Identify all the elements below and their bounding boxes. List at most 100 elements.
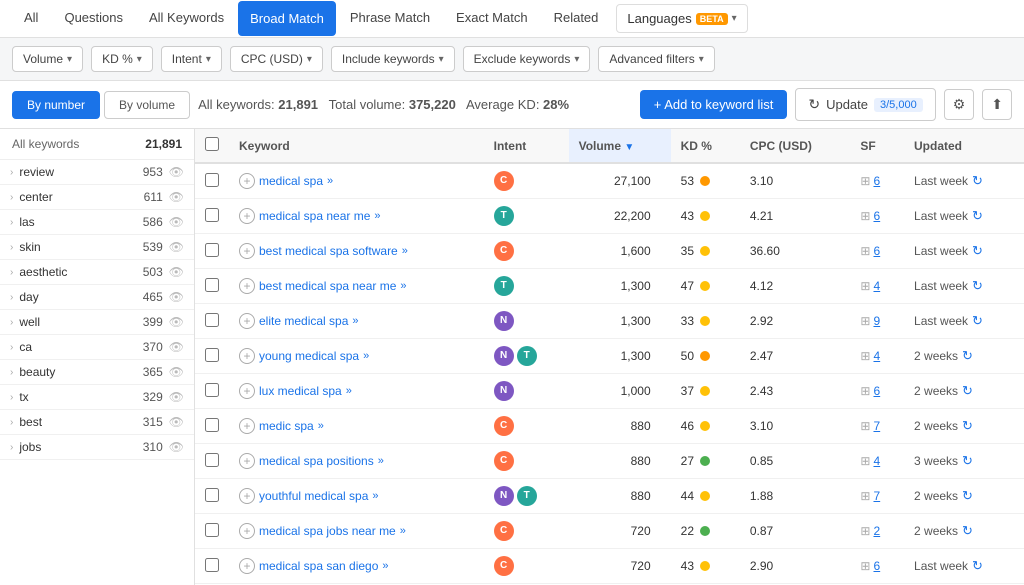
row-checkbox[interactable] xyxy=(205,383,219,397)
row-refresh-icon[interactable]: ↻ xyxy=(962,523,973,539)
sidebar-eye-icon[interactable]: 👁 xyxy=(169,365,184,379)
row-refresh-icon[interactable]: ↻ xyxy=(962,488,973,504)
sidebar-eye-icon[interactable]: 👁 xyxy=(169,265,184,279)
row-checkbox[interactable] xyxy=(205,558,219,572)
add-keyword-icon[interactable]: + xyxy=(239,208,255,224)
add-keyword-icon[interactable]: + xyxy=(239,243,255,259)
sidebar-item-best[interactable]: › best 315 👁 xyxy=(0,410,194,435)
volume-filter[interactable]: Volume ▾ xyxy=(12,46,83,72)
keyword-link[interactable]: + medical spa near me » xyxy=(239,208,474,224)
add-keyword-icon[interactable]: + xyxy=(239,383,255,399)
row-refresh-icon[interactable]: ↻ xyxy=(972,173,983,189)
tab-exact-match[interactable]: Exact Match xyxy=(444,0,540,37)
sf-count-link[interactable]: 9 xyxy=(873,314,880,328)
settings-icon-button[interactable]: ⚙ xyxy=(944,89,975,120)
tab-broad-match[interactable]: Broad Match xyxy=(238,1,336,36)
row-checkbox[interactable] xyxy=(205,453,219,467)
keyword-column-header[interactable]: Keyword xyxy=(229,129,484,163)
row-checkbox[interactable] xyxy=(205,173,219,187)
sf-count-link[interactable]: 6 xyxy=(873,559,880,573)
sf-count-link[interactable]: 4 xyxy=(873,454,880,468)
row-refresh-icon[interactable]: ↻ xyxy=(962,383,973,399)
sidebar-item-center[interactable]: › center 611 👁 xyxy=(0,185,194,210)
sidebar-item-beauty[interactable]: › beauty 365 👁 xyxy=(0,360,194,385)
export-icon-button[interactable]: ⬆ xyxy=(982,89,1012,120)
add-to-keyword-list-button[interactable]: + Add to keyword list xyxy=(640,90,788,119)
sidebar-eye-icon[interactable]: 👁 xyxy=(169,315,184,329)
sidebar-eye-icon[interactable]: 👁 xyxy=(169,240,184,254)
by-number-btn[interactable]: By number xyxy=(12,91,100,119)
sf-count-link[interactable]: 4 xyxy=(873,349,880,363)
keyword-link[interactable]: + medical spa » xyxy=(239,173,474,189)
keyword-link[interactable]: + best medical spa software » xyxy=(239,243,474,259)
sidebar-item-aesthetic[interactable]: › aesthetic 503 👁 xyxy=(0,260,194,285)
sidebar-item-day[interactable]: › day 465 👁 xyxy=(0,285,194,310)
advanced-filter[interactable]: Advanced filters ▾ xyxy=(598,46,714,72)
sidebar-item-review[interactable]: › review 953 👁 xyxy=(0,160,194,185)
row-refresh-icon[interactable]: ↻ xyxy=(962,453,973,469)
sidebar-eye-icon[interactable]: 👁 xyxy=(169,440,184,454)
intent-filter[interactable]: Intent ▾ xyxy=(161,46,222,72)
add-keyword-icon[interactable]: + xyxy=(239,558,255,574)
row-refresh-icon[interactable]: ↻ xyxy=(972,278,983,294)
sidebar-eye-icon[interactable]: 👁 xyxy=(169,390,184,404)
sf-count-link[interactable]: 6 xyxy=(873,209,880,223)
add-keyword-icon[interactable]: + xyxy=(239,488,255,504)
sf-count-link[interactable]: 7 xyxy=(873,419,880,433)
sf-count-link[interactable]: 2 xyxy=(873,524,880,538)
tab-phrase-match[interactable]: Phrase Match xyxy=(338,0,442,37)
add-keyword-icon[interactable]: + xyxy=(239,418,255,434)
row-refresh-icon[interactable]: ↻ xyxy=(972,558,983,574)
update-button[interactable]: ↻ Update 3/5,000 xyxy=(795,88,935,121)
keyword-link[interactable]: + young medical spa » xyxy=(239,348,474,364)
sf-count-link[interactable]: 7 xyxy=(873,489,880,503)
row-checkbox[interactable] xyxy=(205,418,219,432)
sf-count-link[interactable]: 6 xyxy=(873,174,880,188)
keyword-link[interactable]: + elite medical spa » xyxy=(239,313,474,329)
select-all-checkbox[interactable] xyxy=(205,137,219,151)
keyword-link[interactable]: + lux medical spa » xyxy=(239,383,474,399)
keyword-link[interactable]: + medical spa positions » xyxy=(239,453,474,469)
add-keyword-icon[interactable]: + xyxy=(239,348,255,364)
intent-column-header[interactable]: Intent xyxy=(484,129,569,163)
sf-count-link[interactable]: 6 xyxy=(873,244,880,258)
sidebar-eye-icon[interactable]: 👁 xyxy=(169,340,184,354)
cpc-filter[interactable]: CPC (USD) ▾ xyxy=(230,46,323,72)
row-checkbox[interactable] xyxy=(205,523,219,537)
sidebar-eye-icon[interactable]: 👁 xyxy=(169,165,184,179)
by-volume-btn[interactable]: By volume xyxy=(104,91,190,119)
keyword-link[interactable]: + youthful medical spa » xyxy=(239,488,474,504)
sidebar-item-las[interactable]: › las 586 👁 xyxy=(0,210,194,235)
sidebar-item-jobs[interactable]: › jobs 310 👁 xyxy=(0,435,194,460)
include-filter[interactable]: Include keywords ▾ xyxy=(331,46,455,72)
tab-all-keywords[interactable]: All Keywords xyxy=(137,0,236,37)
sidebar-eye-icon[interactable]: 👁 xyxy=(169,415,184,429)
row-checkbox[interactable] xyxy=(205,348,219,362)
row-refresh-icon[interactable]: ↻ xyxy=(962,418,973,434)
row-refresh-icon[interactable]: ↻ xyxy=(972,313,983,329)
updated-column-header[interactable]: Updated xyxy=(904,129,1024,163)
kd-column-header[interactable]: KD % xyxy=(671,129,740,163)
add-keyword-icon[interactable]: + xyxy=(239,278,255,294)
add-keyword-icon[interactable]: + xyxy=(239,173,255,189)
tab-related[interactable]: Related xyxy=(542,0,611,37)
keyword-link[interactable]: + medical spa san diego » xyxy=(239,558,474,574)
exclude-filter[interactable]: Exclude keywords ▾ xyxy=(463,46,591,72)
row-checkbox[interactable] xyxy=(205,243,219,257)
cpc-column-header[interactable]: CPC (USD) xyxy=(740,129,851,163)
sidebar-item-well[interactable]: › well 399 👁 xyxy=(0,310,194,335)
sidebar-item-tx[interactable]: › tx 329 👁 xyxy=(0,385,194,410)
keyword-link[interactable]: + medical spa jobs near me » xyxy=(239,523,474,539)
sidebar-eye-icon[interactable]: 👁 xyxy=(169,290,184,304)
keyword-link[interactable]: + medic spa » xyxy=(239,418,474,434)
row-checkbox[interactable] xyxy=(205,208,219,222)
sidebar-eye-icon[interactable]: 👁 xyxy=(169,215,184,229)
add-keyword-icon[interactable]: + xyxy=(239,523,255,539)
row-refresh-icon[interactable]: ↻ xyxy=(962,348,973,364)
sf-count-link[interactable]: 6 xyxy=(873,384,880,398)
volume-column-header[interactable]: Volume ▼ xyxy=(569,129,671,163)
row-checkbox[interactable] xyxy=(205,278,219,292)
add-keyword-icon[interactable]: + xyxy=(239,313,255,329)
languages-tab[interactable]: Languages BETA ▾ xyxy=(616,4,747,33)
sidebar-item-skin[interactable]: › skin 539 👁 xyxy=(0,235,194,260)
